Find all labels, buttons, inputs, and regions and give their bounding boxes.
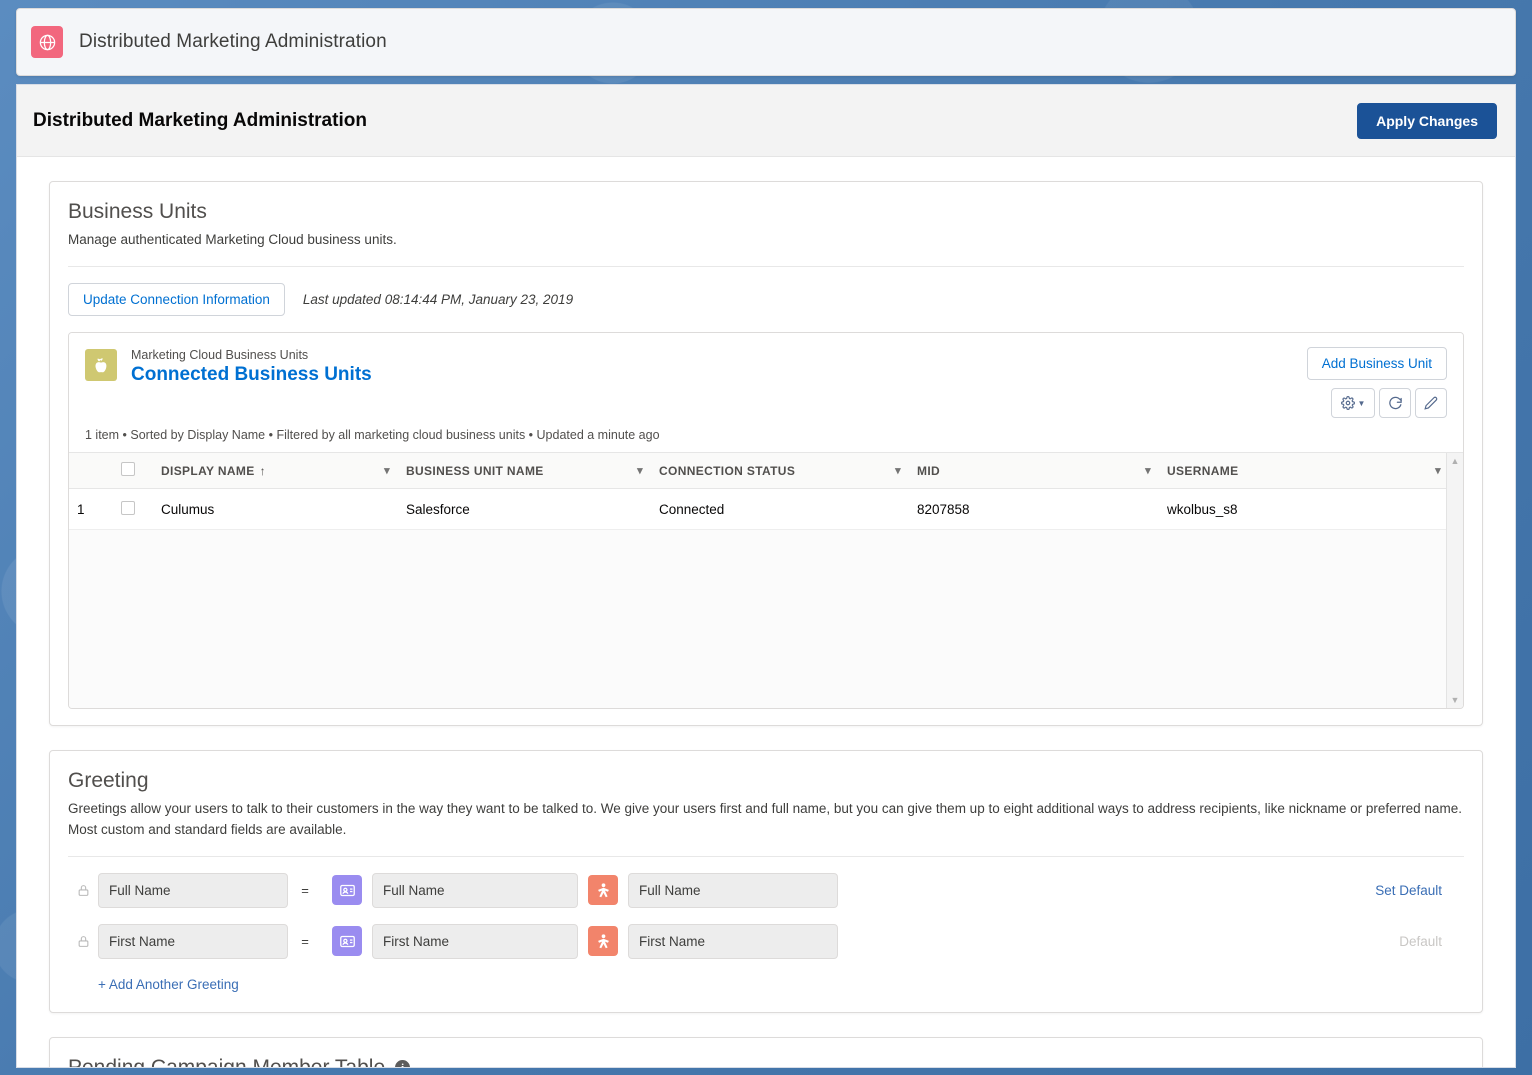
globe-icon [31, 26, 63, 58]
column-header-connection-status[interactable]: CONNECTION STATUS ▾ [651, 453, 909, 489]
apply-changes-button[interactable]: Apply Changes [1357, 103, 1497, 139]
connected-business-units-listview: Marketing Cloud Business Units Connected… [68, 332, 1464, 709]
table-vertical-scrollbar[interactable]: ▲ ▼ [1446, 453, 1463, 708]
add-another-greeting-link[interactable]: + Add Another Greeting [98, 977, 239, 992]
gear-icon[interactable]: ▼ [1331, 388, 1375, 418]
chevron-down-icon: ▼ [1358, 399, 1366, 408]
listview-eyebrow: Marketing Cloud Business Units [131, 347, 1307, 363]
greeting-label-input[interactable] [98, 924, 288, 959]
greeting-lead-field-input[interactable] [628, 924, 838, 959]
equals-sign: = [288, 934, 322, 949]
cell-mid: 8207858 [909, 489, 1159, 530]
column-label: CONNECTION STATUS [659, 464, 795, 478]
row-select-cell [113, 489, 153, 530]
cell-connection-status[interactable]: Connected [651, 489, 909, 530]
last-updated-text: Last updated 08:14:44 PM, January 23, 20… [303, 292, 573, 307]
select-all-header [113, 453, 153, 489]
contact-card-icon [332, 875, 362, 905]
cell-username: wkolbus_s8 [1159, 489, 1449, 530]
business-units-table-wrapper: DISPLAY NAME ↑ ▾ BUSINESS UNIT NAME [69, 452, 1463, 708]
chevron-down-icon[interactable]: ▾ [376, 464, 390, 477]
page-title: Distributed Marketing Administration [33, 110, 367, 132]
listview-header: Marketing Cloud Business Units Connected… [69, 333, 1463, 428]
sort-ascending-icon: ↑ [260, 464, 266, 478]
greeting-card: Greeting Greetings allow your users to t… [49, 750, 1483, 1013]
refresh-icon[interactable] [1379, 388, 1411, 418]
business-units-actions: Update Connection Information Last updat… [68, 267, 1464, 316]
info-icon[interactable]: i [395, 1060, 410, 1068]
app-title: Distributed Marketing Administration [79, 31, 387, 53]
greeting-label-input[interactable] [98, 873, 288, 908]
lead-person-icon [588, 926, 618, 956]
chevron-down-icon[interactable]: ▾ [887, 464, 901, 477]
pending-campaign-title: Pending Campaign Member Table [68, 1056, 385, 1068]
column-header-business-unit-name[interactable]: BUSINESS UNIT NAME ▾ [398, 453, 651, 489]
contact-card-icon [332, 926, 362, 956]
listview-icon-buttons: ▼ [1331, 388, 1447, 418]
business-units-description: Manage authenticated Marketing Cloud bus… [68, 230, 1464, 250]
table-empty-area [69, 530, 1463, 708]
lock-icon [68, 934, 98, 949]
listview-name[interactable]: Connected Business Units [131, 363, 1307, 387]
page-header: Distributed Marketing Administration App… [17, 85, 1515, 157]
greeting-row: = [68, 916, 1464, 967]
apple-icon [85, 349, 117, 381]
cell-display-name: Culumus [153, 489, 398, 530]
chevron-down-icon[interactable]: ▾ [1137, 464, 1151, 477]
greeting-description: Greetings allow your users to talk to th… [68, 799, 1464, 840]
add-business-unit-button[interactable]: Add Business Unit [1307, 347, 1447, 380]
set-default-link[interactable]: Set Default [1375, 883, 1464, 898]
business-units-card: Business Units Manage authenticated Mark… [49, 181, 1483, 726]
app-header: Distributed Marketing Administration [16, 8, 1516, 76]
table-row[interactable]: 1 Culumus Salesforce Connected 8207858 w… [69, 489, 1464, 530]
row-checkbox[interactable] [121, 501, 135, 515]
column-label: BUSINESS UNIT NAME [406, 464, 544, 478]
greeting-title: Greeting [68, 769, 1464, 793]
pending-campaign-member-table-card: Pending Campaign Member Table i [49, 1037, 1483, 1068]
greeting-contact-field-input[interactable] [372, 924, 578, 959]
listview-meta: 1 item • Sorted by Display Name • Filter… [69, 428, 1463, 452]
table-header-row: DISPLAY NAME ↑ ▾ BUSINESS UNIT NAME [69, 453, 1464, 489]
lock-icon [68, 883, 98, 898]
column-header-username[interactable]: USERNAME ▾ [1159, 453, 1449, 489]
equals-sign: = [288, 883, 322, 898]
chevron-down-icon[interactable]: ▾ [1427, 464, 1441, 477]
lead-person-icon [588, 875, 618, 905]
update-connection-information-button[interactable]: Update Connection Information [68, 283, 285, 316]
column-label: DISPLAY NAME [161, 464, 255, 478]
scroll-down-icon[interactable]: ▼ [1451, 695, 1460, 705]
default-label: Default [1399, 934, 1464, 949]
column-header-display-name[interactable]: DISPLAY NAME ↑ ▾ [153, 453, 398, 489]
business-units-title: Business Units [68, 200, 1464, 224]
row-number: 1 [69, 489, 113, 530]
business-units-table: DISPLAY NAME ↑ ▾ BUSINESS UNIT NAME [69, 453, 1464, 530]
greeting-contact-field-input[interactable] [372, 873, 578, 908]
scroll-up-icon[interactable]: ▲ [1451, 456, 1460, 466]
pencil-icon[interactable] [1415, 388, 1447, 418]
cell-business-unit-name: Salesforce [398, 489, 651, 530]
chevron-down-icon[interactable]: ▾ [629, 464, 643, 477]
column-label: USERNAME [1167, 464, 1238, 478]
page-container: Distributed Marketing Administration App… [16, 84, 1516, 1068]
pending-campaign-title-wrapper: Pending Campaign Member Table i [68, 1056, 1464, 1068]
select-all-checkbox[interactable] [121, 462, 135, 476]
column-header-mid[interactable]: MID ▾ [909, 453, 1159, 489]
greeting-row: = [68, 865, 1464, 916]
greeting-lead-field-input[interactable] [628, 873, 838, 908]
row-number-header [69, 453, 113, 489]
column-label: MID [917, 464, 940, 478]
